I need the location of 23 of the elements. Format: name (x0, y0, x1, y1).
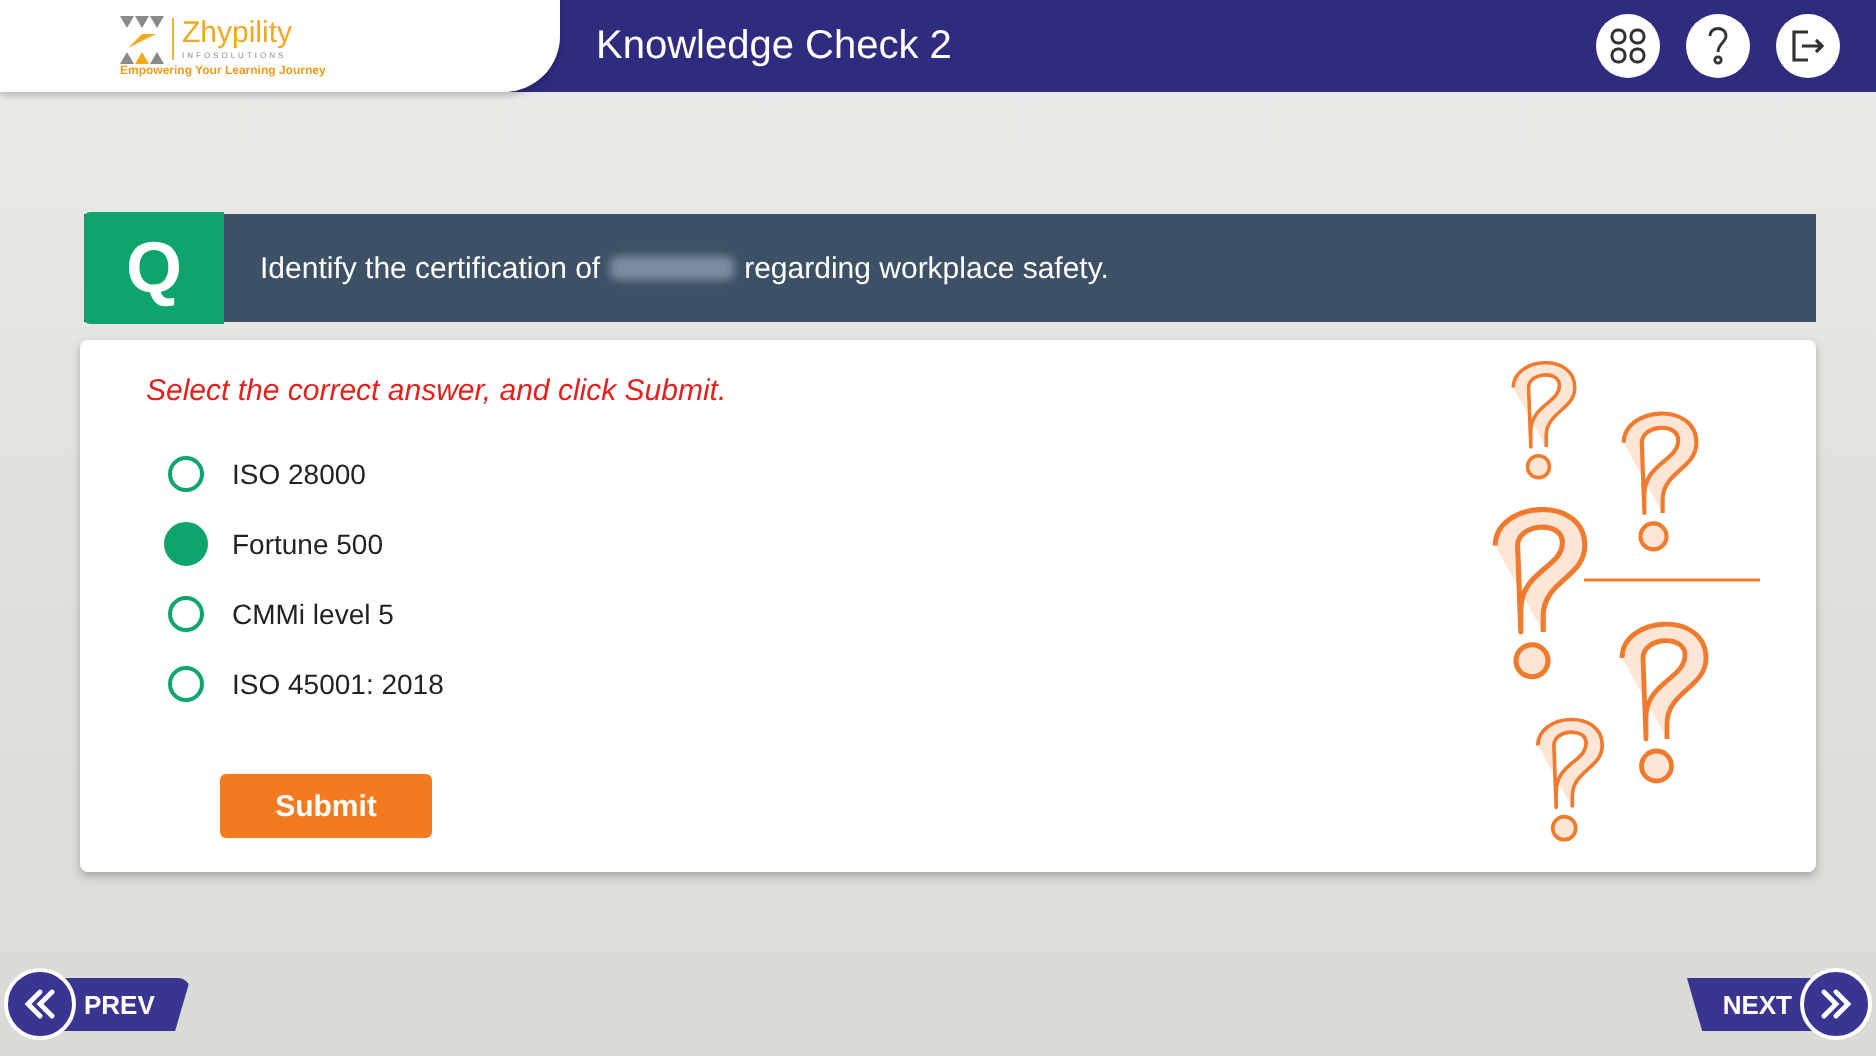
double-chevron-right-icon (1820, 988, 1852, 1020)
answer-option[interactable]: ISO 28000 (164, 450, 1456, 498)
grid-icon (1610, 28, 1646, 64)
question-text: Identify the certification of (260, 251, 601, 285)
page-title: Knowledge Check 2 (596, 23, 954, 69)
exit-button[interactable] (1776, 14, 1840, 78)
question-text: regarding workplace safety. (744, 251, 1109, 285)
radio-button[interactable] (168, 456, 204, 492)
radio-button[interactable] (168, 666, 204, 702)
help-button[interactable] (1686, 14, 1750, 78)
radio-button[interactable] (164, 522, 208, 566)
question-badge: Q (84, 212, 224, 324)
answer-option[interactable]: ISO 45001: 2018 (164, 660, 1456, 708)
menu-button[interactable] (1596, 14, 1660, 78)
exit-icon (1790, 28, 1826, 64)
help-icon (1706, 26, 1730, 66)
radio-button[interactable] (168, 596, 204, 632)
brand-name: Zhypility (182, 18, 293, 50)
double-chevron-left-icon (24, 988, 56, 1020)
instruction-text: Select the correct answer, and click Submit. (146, 374, 729, 408)
triangles-logo-icon (120, 15, 164, 63)
answer-option[interactable]: CMMi level 5 (164, 590, 1456, 638)
answer-option[interactable]: Fortune 500 (164, 520, 1456, 568)
